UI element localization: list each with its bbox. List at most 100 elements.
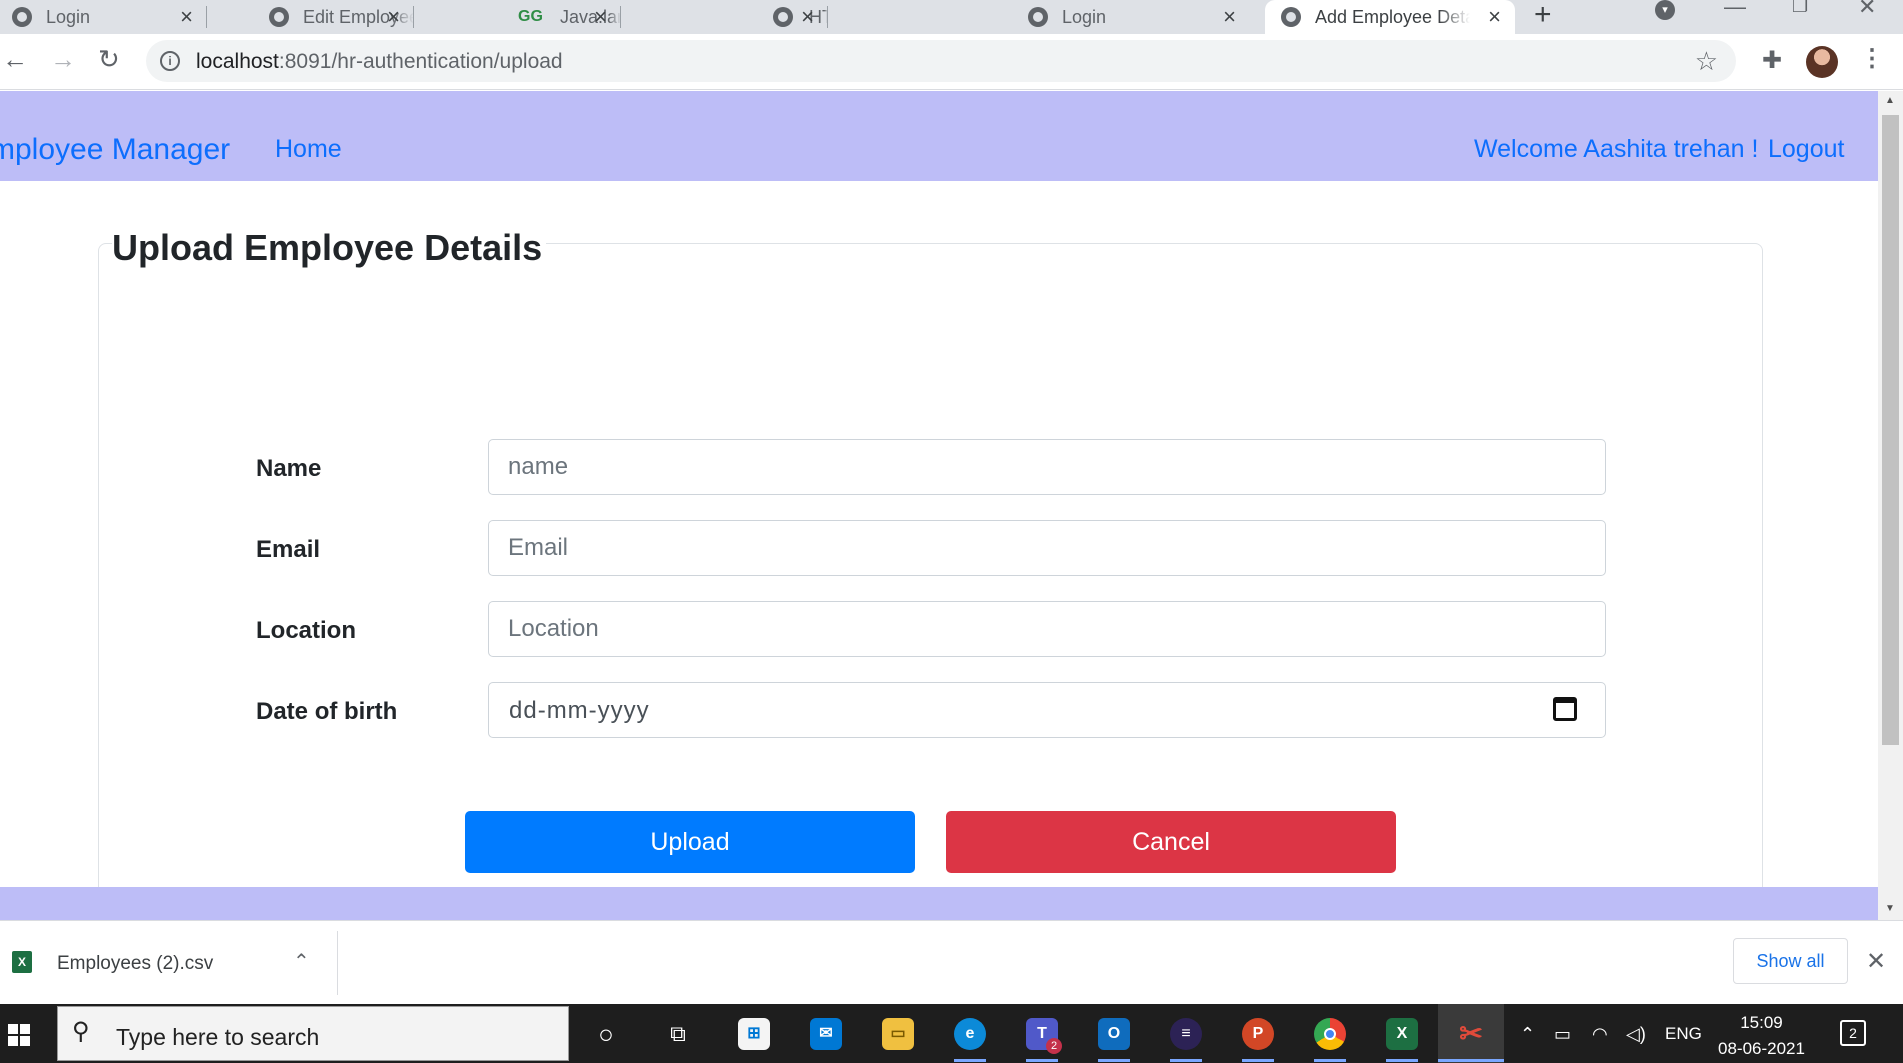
globe-icon — [12, 7, 32, 27]
store-icon[interactable]: ⊞ — [738, 1018, 770, 1050]
outlook-running-indicator — [1098, 1059, 1130, 1062]
close-shelf-icon[interactable]: ✕ — [1866, 947, 1886, 976]
restore-icon[interactable]: ❐ — [1792, 0, 1808, 17]
chrome-icon[interactable] — [1314, 1018, 1346, 1050]
outlook-icon[interactable]: O — [1098, 1018, 1130, 1050]
taskbar-search-placeholder: Type here to search — [116, 1024, 320, 1050]
show-hidden-icons-chevron-icon[interactable]: ⌃ — [1520, 1024, 1535, 1045]
eclipse-running-indicator — [1170, 1059, 1202, 1062]
excel-icon[interactable]: X — [1386, 1018, 1418, 1050]
extensions-puzzle-icon[interactable]: ✚ — [1762, 46, 1782, 75]
volume-icon[interactable]: ◁) — [1626, 1024, 1646, 1045]
forward-arrow-icon[interactable]: → — [50, 44, 76, 75]
excel-running-indicator — [1386, 1059, 1418, 1062]
eclipse-icon[interactable]: ≡ — [1170, 1018, 1202, 1050]
notification-count: 2 — [1849, 1025, 1857, 1041]
bookmark-star-icon[interactable]: ☆ — [1695, 46, 1718, 77]
tab-separator — [827, 6, 828, 28]
reload-icon[interactable]: ↻ — [98, 44, 120, 75]
dob-placeholder: dd-mm-yyyy — [509, 697, 650, 724]
windows-start-icon[interactable] — [8, 1024, 30, 1046]
snipping-running-indicator — [1438, 1059, 1504, 1062]
tab-search-icon[interactable]: ▾ — [1655, 0, 1675, 20]
url-path: :8091/hr-authentication/upload — [278, 50, 563, 73]
browser-toolbar: ← → ↻ i localhost:8091/hr-authentication… — [0, 34, 1903, 90]
scroll-up-icon[interactable]: ▲ — [1885, 95, 1895, 106]
globe-icon — [773, 7, 793, 27]
clock-time: 15:09 — [1740, 1013, 1783, 1032]
powerpoint-running-indicator — [1242, 1059, 1274, 1062]
task-view-icon[interactable]: ⧉ — [662, 1018, 694, 1050]
chevron-up-icon[interactable]: ⌃ — [293, 949, 310, 974]
url-text: localhost:8091/hr-authentication/upload — [196, 50, 563, 74]
close-tab-icon[interactable]: × — [1488, 4, 1501, 30]
app-navbar: mployee Manager Home Welcome Aashita tre… — [0, 91, 1878, 181]
clock-date: 08-06-2021 — [1718, 1039, 1805, 1058]
browser-tab[interactable]: Login × — [0, 0, 207, 34]
language-indicator[interactable]: ENG — [1665, 1024, 1702, 1044]
teams-running-indicator — [1026, 1059, 1058, 1062]
name-input[interactable] — [488, 439, 1606, 495]
download-separator — [337, 931, 338, 995]
tab-title: Login — [1062, 6, 1107, 27]
minimize-icon[interactable]: — — [1724, 0, 1746, 20]
dob-label: Date of birth — [256, 698, 398, 725]
teams-badge: 2 — [1046, 1038, 1062, 1054]
page-title: Upload Employee Details — [112, 227, 547, 269]
close-tab-icon[interactable]: × — [180, 4, 193, 30]
calendar-icon[interactable] — [1553, 697, 1577, 721]
notification-center-icon[interactable]: 2 — [1840, 1020, 1866, 1046]
close-tab-icon[interactable]: × — [1223, 4, 1236, 30]
app-footer-band — [0, 887, 1878, 920]
browser-tab-active[interactable]: Add Employee Deta × — [1265, 0, 1515, 34]
file-explorer-icon[interactable]: ▭ — [882, 1018, 914, 1050]
search-icon: ⚲ — [72, 1018, 90, 1045]
scroll-down-icon[interactable]: ▼ — [1885, 903, 1895, 914]
edge-icon[interactable]: e — [954, 1018, 986, 1050]
close-tab-icon[interactable]: × — [594, 4, 607, 30]
logout-link[interactable]: Logout — [1768, 135, 1844, 164]
wifi-icon[interactable]: ◠ — [1592, 1024, 1608, 1045]
cortana-icon[interactable]: ○ — [590, 1018, 622, 1050]
taskbar-search-box[interactable]: ⚲ Type here to search — [57, 1006, 569, 1061]
browser-tab[interactable]: Login × — [1010, 0, 1250, 34]
window-close-icon[interactable]: ✕ — [1858, 0, 1876, 20]
edge-running-indicator — [954, 1059, 986, 1062]
powerpoint-icon[interactable]: P — [1242, 1018, 1274, 1050]
mail-icon[interactable]: ✉ — [810, 1018, 842, 1050]
scrollbar-thumb[interactable] — [1882, 115, 1899, 745]
download-shelf: X Employees (2).csv ⌃ Show all ✕ — [0, 920, 1903, 1004]
upload-form-card — [98, 243, 1763, 920]
browser-tab[interactable]: Edit Employee Deta × — [207, 0, 414, 34]
browser-tab[interactable]: GG Java.lang.String.repl × — [414, 0, 621, 34]
download-file-name[interactable]: Employees (2).csv — [57, 953, 213, 975]
tab-title: Login — [46, 6, 91, 27]
welcome-user-link[interactable]: Welcome Aashita trehan ! — [1474, 135, 1758, 164]
battery-icon[interactable]: ▭ — [1554, 1024, 1571, 1045]
cancel-button[interactable]: Cancel — [946, 811, 1396, 873]
snipping-tool-icon[interactable]: ✂ — [1438, 1004, 1504, 1063]
close-tab-icon[interactable]: × — [387, 4, 400, 30]
globe-icon — [1281, 7, 1301, 27]
page-viewport: mployee Manager Home Welcome Aashita tre… — [0, 91, 1878, 920]
back-arrow-icon[interactable]: ← — [2, 44, 28, 75]
page-scrollbar[interactable]: ▲ ▼ — [1878, 91, 1903, 920]
email-label: Email — [256, 536, 321, 563]
profile-avatar[interactable] — [1806, 46, 1838, 78]
address-bar[interactable]: i localhost:8091/hr-authentication/uploa… — [146, 40, 1736, 82]
site-info-icon[interactable]: i — [160, 51, 180, 71]
tab-title: Java.lang.String.repl — [560, 6, 621, 27]
browser-menu-icon[interactable]: ⋮ — [1860, 44, 1884, 73]
new-tab-button[interactable]: + — [1534, 0, 1552, 32]
navbar-brand[interactable]: mployee Manager — [0, 133, 230, 167]
close-tab-icon[interactable]: × — [801, 4, 814, 30]
email-input[interactable] — [488, 520, 1606, 576]
location-input[interactable] — [488, 601, 1606, 657]
nav-home-link[interactable]: Home — [275, 135, 342, 164]
chrome-running-indicator — [1314, 1059, 1346, 1062]
browser-tab[interactable]: HTTP Status 500 – Ir × — [621, 0, 828, 34]
dob-input[interactable]: dd-mm-yyyy — [488, 682, 1606, 738]
taskbar-clock[interactable]: 15:09 08-06-2021 — [1718, 1010, 1805, 1062]
show-all-button[interactable]: Show all — [1733, 938, 1848, 984]
upload-button[interactable]: Upload — [465, 811, 915, 873]
